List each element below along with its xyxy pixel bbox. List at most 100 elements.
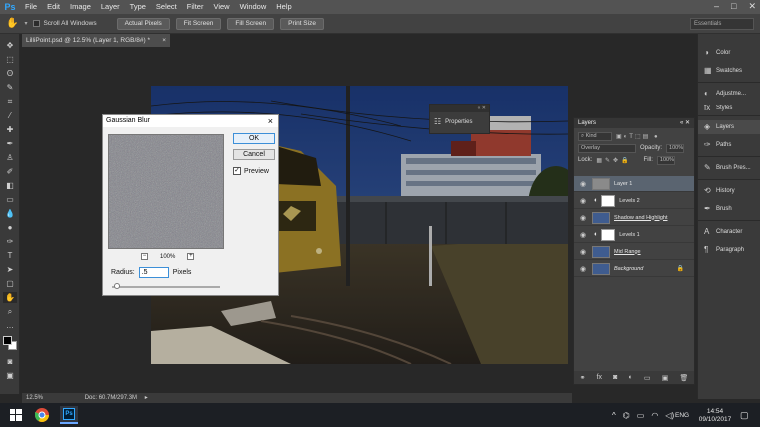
fit-screen-button[interactable]: Fit Screen — [175, 17, 222, 30]
hand-tool-selected-icon[interactable]: ✋ — [3, 292, 17, 303]
dock-brush-presets[interactable]: ✎ Brush Pres... — [698, 161, 760, 175]
quick-select-tool-icon[interactable]: ✎ — [3, 82, 17, 93]
pen-tool-icon[interactable]: ✑ — [3, 236, 17, 247]
menu-file[interactable]: File — [20, 0, 42, 14]
close-document-icon[interactable]: × — [162, 34, 166, 47]
dialog-close-icon[interactable]: × — [268, 115, 273, 127]
panel-collapse-icon[interactable]: « ✕ — [680, 118, 690, 128]
scroll-all-windows-checkbox[interactable] — [33, 20, 41, 27]
new-adjustment-icon[interactable]: ◐ — [629, 374, 633, 381]
document-tab[interactable]: LilliPoint.psd @ 12.5% (Layer 1, RGB/8#)… — [22, 34, 170, 47]
actual-pixels-button[interactable]: Actual Pixels — [116, 17, 170, 30]
path-selection-tool-icon[interactable]: ➤ — [3, 264, 17, 275]
crop-tool-icon[interactable]: ⌗ — [3, 96, 17, 107]
menu-help[interactable]: Help — [271, 0, 296, 14]
dock-color[interactable]: ◑ Color — [698, 46, 760, 60]
new-layer-icon[interactable]: ▣ — [662, 374, 669, 382]
properties-panel-bar[interactable]: « ✕ — [430, 105, 489, 112]
visibility-eye-icon[interactable]: ◉ — [578, 180, 588, 188]
extra-tools-icon[interactable]: … — [3, 320, 17, 331]
menu-edit[interactable]: Edit — [42, 0, 65, 14]
dodge-tool-icon[interactable]: ● — [3, 222, 17, 233]
notifications-icon[interactable]: ▢ — [740, 403, 749, 427]
menu-image[interactable]: Image — [65, 0, 96, 14]
visibility-eye-icon[interactable]: ◉ — [578, 197, 588, 205]
dock-styles[interactable]: fx Styles — [698, 105, 760, 111]
healing-brush-tool-icon[interactable]: ✚ — [3, 124, 17, 135]
visibility-eye-icon[interactable]: ◉ — [578, 248, 588, 256]
blend-mode-select[interactable]: Overlay — [578, 143, 636, 153]
battery-icon[interactable]: ▭ — [637, 411, 645, 420]
dock-character[interactable]: A Character — [698, 225, 760, 239]
visibility-eye-icon[interactable]: ◉ — [578, 231, 588, 239]
blur-preview-window[interactable] — [108, 134, 224, 249]
chrome-icon[interactable] — [34, 407, 50, 423]
screen-mode-icon[interactable]: ▣ — [3, 370, 17, 381]
preview-checkbox[interactable]: ✓ — [233, 167, 241, 175]
zoom-tool-icon[interactable]: ⌕ — [3, 306, 17, 317]
clock[interactable]: 14:54 09/10/2017 — [697, 403, 733, 427]
tray-overflow-icon[interactable]: ^ — [612, 411, 616, 420]
menu-view[interactable]: View — [208, 0, 234, 14]
opacity-input[interactable]: 100% — [666, 143, 685, 153]
volume-icon[interactable]: ◁) — [665, 411, 674, 420]
link-layers-icon[interactable]: ⚭ — [580, 374, 586, 382]
wifi-icon[interactable]: ◠ — [651, 411, 658, 420]
dock-paths[interactable]: ✑ Paths — [698, 138, 760, 152]
layer-row-levels-1[interactable]: ◉ ◐ Levels 1 — [574, 227, 694, 243]
lasso-tool-icon[interactable]: ʘ — [3, 68, 17, 79]
delete-layer-icon[interactable]: 🗑 — [679, 374, 688, 382]
tool-preset-chevron-icon[interactable]: ▾ — [24, 20, 27, 27]
network-icon[interactable]: ⌬ — [623, 411, 630, 420]
doc-size-info[interactable]: Doc: 60.7M/297.3M — [85, 395, 137, 401]
layer-row-layer-1[interactable]: ◉ Layer 1 — [574, 176, 694, 192]
move-tool-icon[interactable]: ✥ — [3, 40, 17, 51]
layers-panel-header[interactable]: Layers « ✕ — [574, 118, 694, 128]
foreground-background-swatches[interactable] — [2, 334, 19, 354]
dock-swatches[interactable]: ▦ Swatches — [698, 64, 760, 78]
layer-row-levels-2[interactable]: ◉ ◐ Levels 2 — [574, 193, 694, 209]
add-mask-icon[interactable]: ◙ — [613, 374, 617, 381]
radius-slider-thumb[interactable] — [114, 283, 121, 289]
eraser-tool-icon[interactable]: ◧ — [3, 180, 17, 191]
menu-select[interactable]: Select — [151, 0, 182, 14]
new-group-icon[interactable]: ▭ — [644, 374, 651, 382]
layer-filter-select[interactable]: ⌕ Kind — [578, 131, 612, 141]
rectangle-tool-icon[interactable]: ▢ — [3, 278, 17, 289]
radius-slider-track[interactable] — [112, 283, 220, 289]
dock-paragraph[interactable]: ¶ Paragraph — [698, 243, 760, 257]
radius-input[interactable] — [138, 267, 169, 278]
eyedropper-tool-icon[interactable]: ⁄ — [3, 110, 17, 121]
dock-brush[interactable]: ✒ Brush — [698, 202, 760, 216]
brush-tool-icon[interactable]: ✒ — [3, 138, 17, 149]
blur-tool-icon[interactable]: 💧 — [3, 208, 17, 219]
zoom-out-button[interactable]: − — [141, 253, 148, 260]
close-window-button[interactable]: ✕ — [748, 1, 756, 12]
cancel-button[interactable]: Cancel — [233, 149, 275, 160]
layer-row-background[interactable]: ◉ Background 🔒 — [574, 261, 694, 277]
windows-start-icon[interactable] — [8, 407, 24, 423]
menu-layer[interactable]: Layer — [96, 0, 125, 14]
visibility-eye-icon[interactable]: ◉ — [578, 214, 588, 222]
clone-stamp-tool-icon[interactable]: ♙ — [3, 152, 17, 163]
filter-icons[interactable]: ▣◐T⬚▤ ● — [616, 133, 660, 140]
dock-layers[interactable]: ◈ Layers — [698, 120, 760, 134]
language-indicator[interactable]: ENG — [675, 403, 689, 427]
zoom-in-button[interactable]: + — [187, 253, 195, 260]
layer-row-shadow-highlight[interactable]: ◉ Shadow and Highlight — [574, 210, 694, 226]
dock-adjustments[interactable]: ◐ Adjustme... — [698, 87, 760, 101]
type-tool-icon[interactable]: T — [3, 250, 17, 261]
menu-filter[interactable]: Filter — [182, 0, 209, 14]
marquee-tool-icon[interactable]: ⬚ — [3, 54, 17, 65]
fill-input[interactable]: 100% — [656, 155, 675, 165]
zoom-level[interactable]: 12.5% — [26, 395, 43, 401]
history-brush-tool-icon[interactable]: ✐ — [3, 166, 17, 177]
maximize-button[interactable]: □ — [731, 1, 736, 12]
lock-icons[interactable]: ▦✎✥🔒 — [596, 157, 631, 164]
layer-style-icon[interactable]: fx — [597, 374, 602, 381]
print-size-button[interactable]: Print Size — [280, 17, 324, 30]
fill-screen-button[interactable]: Fill Screen — [227, 17, 275, 30]
workspace-select[interactable]: Essentials — [690, 18, 754, 30]
dialog-title-bar[interactable]: Gaussian Blur × — [103, 115, 278, 127]
visibility-eye-icon[interactable]: ◉ — [578, 265, 588, 273]
